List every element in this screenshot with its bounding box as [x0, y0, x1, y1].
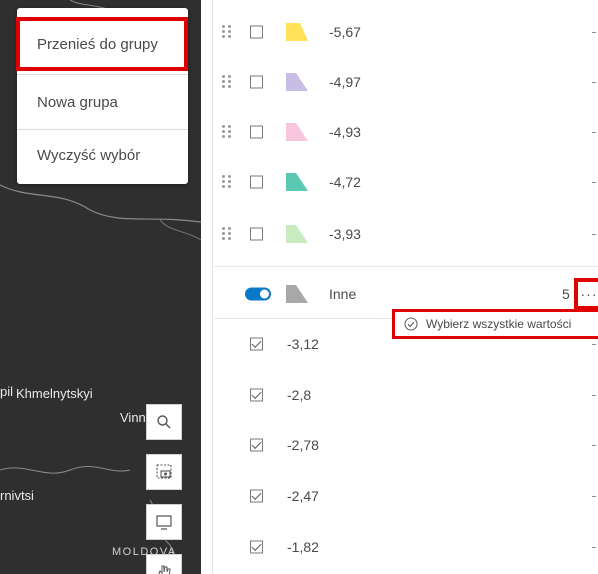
group-label: Inne: [329, 286, 357, 302]
value-label: -3,93: [329, 226, 361, 242]
search-icon: [157, 415, 171, 429]
group-value-row[interactable]: -1,82: [214, 522, 598, 572]
value-checkbox[interactable]: [250, 75, 263, 89]
drag-handle-icon[interactable]: [222, 175, 232, 189]
row-marker: [592, 496, 596, 497]
value-checkbox[interactable]: [250, 388, 263, 402]
row-marker: [592, 234, 596, 235]
screen-capture-icon: [156, 464, 172, 479]
value-checkbox[interactable]: [250, 125, 263, 139]
value-checkbox[interactable]: [250, 25, 263, 39]
value-label: -2,47: [287, 488, 319, 504]
color-swatch: [286, 173, 308, 191]
present-icon: [156, 515, 172, 530]
search-button[interactable]: [146, 404, 182, 440]
swatch-shape: [286, 285, 308, 303]
value-checkbox[interactable]: [250, 540, 263, 554]
group-value-row[interactable]: -2,78: [214, 420, 598, 470]
value-checkbox[interactable]: [250, 337, 263, 351]
screen-capture-button[interactable]: [146, 454, 182, 490]
swatch-shape: [286, 73, 308, 91]
value-row[interactable]: -5,67: [214, 7, 598, 57]
swatch-shape: [286, 225, 308, 243]
value-label: -4,97: [329, 74, 361, 90]
drag-handle-icon[interactable]: [222, 227, 232, 241]
pan-icon: [158, 565, 171, 574]
value-row[interactable]: -4,97: [214, 57, 598, 107]
value-label: -2,8: [287, 387, 312, 403]
value-label: -3,12: [287, 336, 319, 352]
value-row[interactable]: -4,93: [214, 107, 598, 157]
color-swatch: [286, 123, 308, 141]
swatch-shape: [286, 23, 308, 41]
map-label-vinnytsia: Vinn: [120, 410, 146, 425]
more-icon: ···: [580, 286, 598, 302]
swatch-shape: [286, 123, 308, 141]
drag-handle-icon[interactable]: [222, 125, 232, 139]
value-checkbox[interactable]: [250, 175, 263, 189]
color-swatch: [286, 73, 308, 91]
value-row[interactable]: -4,72: [214, 157, 598, 207]
group-count: 5: [562, 286, 570, 302]
map-label-pil: pil: [0, 384, 14, 399]
row-marker: [592, 344, 596, 345]
group-value-row[interactable]: -2,47: [214, 471, 598, 521]
menu-item-new-group[interactable]: Nowa grupa: [17, 74, 188, 130]
color-swatch: [286, 225, 308, 243]
group-color-swatch: [286, 285, 308, 303]
value-label: -1,82: [287, 539, 319, 555]
row-marker: [592, 132, 596, 133]
value-row[interactable]: -3,93: [214, 209, 598, 259]
map-label-khmelnytskyi: Khmelnytskyi: [16, 386, 93, 401]
menu-item-clear-selection[interactable]: Wyczyść wybór: [17, 129, 188, 181]
drag-handle-icon[interactable]: [222, 75, 232, 89]
map-label-chernivtsi: rnivtsi: [0, 488, 34, 503]
row-marker: [592, 395, 596, 396]
panel-border: [212, 0, 213, 574]
highlight-move-to-group: [16, 17, 188, 71]
color-swatch: [286, 23, 308, 41]
group-value-row[interactable]: -3,12: [214, 319, 598, 369]
row-marker: [592, 445, 596, 446]
row-marker: [592, 547, 596, 548]
row-marker: [592, 32, 596, 33]
value-checkbox[interactable]: [250, 438, 263, 452]
value-label: -4,93: [329, 124, 361, 140]
group-value-row[interactable]: -2,8: [214, 370, 598, 420]
value-checkbox[interactable]: [250, 227, 263, 241]
divider: [214, 266, 598, 267]
more-options-button[interactable]: ···: [574, 278, 598, 310]
value-label: -2,78: [287, 437, 319, 453]
present-button[interactable]: [146, 504, 182, 540]
value-label: -5,67: [329, 24, 361, 40]
value-label: -4,72: [329, 174, 361, 190]
row-marker: [592, 182, 596, 183]
swatch-shape: [286, 173, 308, 191]
row-marker: [592, 82, 596, 83]
value-checkbox[interactable]: [250, 489, 263, 503]
map-view[interactable]: pil Khmelnytskyi Vinn rnivtsi MOLDOVA Pr…: [0, 0, 201, 574]
pan-button[interactable]: [146, 554, 182, 574]
drag-handle-icon[interactable]: [222, 25, 232, 39]
group-visibility-toggle[interactable]: [245, 287, 271, 301]
